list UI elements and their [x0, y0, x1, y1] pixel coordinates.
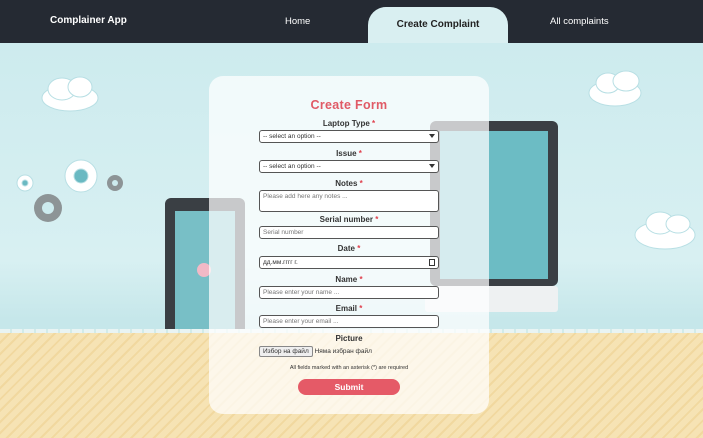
form-title: Create Form	[310, 98, 388, 112]
laptop-type-select[interactable]: -- select an option --	[259, 130, 439, 143]
email-label: Email *	[335, 304, 363, 313]
navbar: Complainer App Home Create Complaint All…	[0, 0, 703, 43]
issue-select[interactable]: -- select an option --	[259, 160, 439, 173]
calendar-icon[interactable]	[429, 259, 435, 266]
nav-create-complaint-tab[interactable]: Create Complaint	[368, 7, 508, 43]
picture-file-input[interactable]: Избор на файл Няма избран файл	[259, 346, 372, 357]
date-label: Date *	[337, 244, 361, 253]
create-form-card: Create Form Laptop Type * -- select an o…	[209, 76, 489, 414]
name-input[interactable]: Please enter your name ...	[259, 286, 439, 299]
notes-textarea[interactable]: Please add here any notes ...	[259, 190, 439, 212]
file-status: Няма избран файл	[314, 348, 372, 355]
nav-home-link[interactable]: Home	[285, 16, 310, 27]
nav-all-complaints-link[interactable]: All complaints	[550, 16, 609, 27]
notes-label: Notes *	[335, 179, 363, 188]
picture-label: Picture	[335, 334, 363, 343]
required-note: All fields marked with an asterisk (*) a…	[289, 365, 409, 371]
choose-file-button[interactable]: Избор на файл	[259, 346, 313, 357]
serial-number-input[interactable]: Serial number	[259, 226, 439, 239]
laptop-type-label: Laptop Type *	[322, 119, 376, 128]
email-input[interactable]: Please enter your email ...	[259, 315, 439, 328]
issue-label: Issue *	[336, 149, 362, 158]
name-label: Name *	[335, 275, 363, 284]
date-input[interactable]: дд.мм.гггг г.	[259, 256, 439, 269]
brand-link[interactable]: Complainer App	[50, 15, 127, 26]
submit-button[interactable]: Submit	[298, 379, 400, 395]
serial-number-label: Serial number *	[319, 215, 379, 224]
